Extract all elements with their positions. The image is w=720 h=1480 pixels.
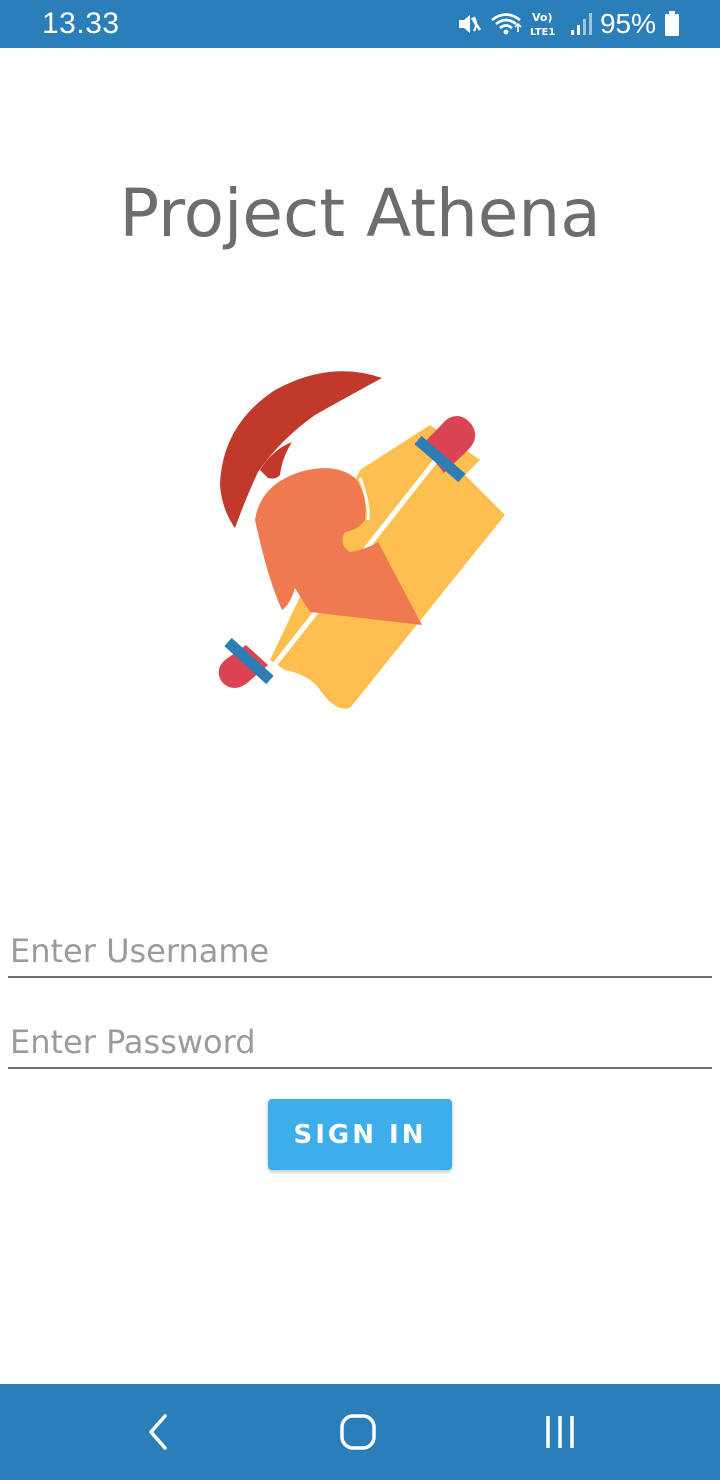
back-icon <box>149 1414 167 1450</box>
signal-icon <box>570 12 592 36</box>
recent-apps-button[interactable] <box>530 1408 590 1456</box>
app-title: Project Athena <box>119 175 601 252</box>
wifi-icon <box>490 11 522 37</box>
recent-apps-icon <box>546 1416 574 1448</box>
battery-icon <box>664 11 680 37</box>
svg-text:Vo): Vo) <box>532 11 553 24</box>
status-time: 13.33 <box>42 7 120 40</box>
volte-icon: Vo) LTE1 <box>530 10 562 38</box>
home-icon <box>340 1414 376 1450</box>
app-logo <box>210 360 520 720</box>
battery-percentage: 95% <box>599 8 656 39</box>
back-button[interactable] <box>128 1408 188 1456</box>
username-input[interactable] <box>8 926 712 978</box>
status-icons: Vo) LTE1 95% <box>456 6 680 42</box>
login-screen: 13.33 Vo) LTE1 95% Project Athena Enter … <box>0 0 720 1480</box>
password-input[interactable] <box>8 1017 712 1069</box>
home-button[interactable] <box>328 1408 388 1456</box>
navigation-bar <box>0 1384 720 1480</box>
sign-in-button[interactable]: SIGN IN <box>268 1099 452 1170</box>
mute-icon <box>456 11 482 37</box>
svg-text:LTE1: LTE1 <box>530 27 555 38</box>
spartan-helmet-scroll-logo-icon <box>218 371 505 709</box>
status-bar: 13.33 Vo) LTE1 95% <box>0 0 720 48</box>
